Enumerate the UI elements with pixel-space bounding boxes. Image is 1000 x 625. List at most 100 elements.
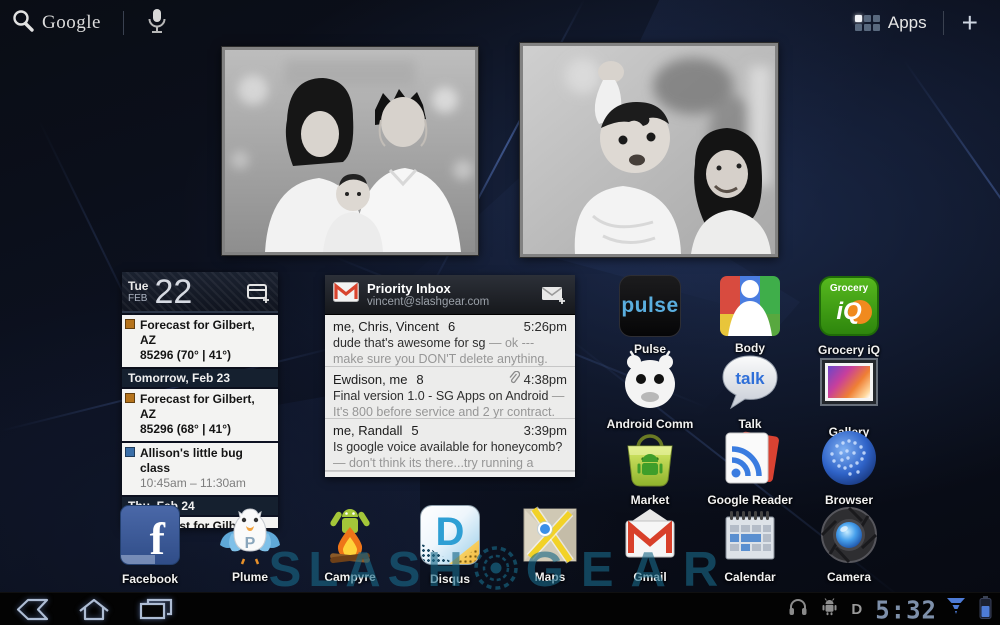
email-row[interactable]: me, Randall 5 3:39pm Is google voice ava…	[325, 419, 575, 471]
email-senders: Ewdison, me	[333, 372, 407, 387]
inbox-widget-title: Priority Inbox	[367, 281, 489, 296]
email-senders: me, Chris, Vincent	[333, 319, 439, 334]
google-reader-icon	[718, 426, 782, 490]
inbox-account-email: vincent@slashgear.com	[367, 296, 489, 309]
app-label: Calendar	[700, 570, 800, 584]
event-marker	[125, 447, 135, 457]
email-count: 6	[448, 319, 455, 334]
calendar-app-icon	[718, 503, 782, 567]
calendar-event-row[interactable]: Allison's little bug class 10:45am – 11:…	[122, 443, 278, 495]
app-gmail[interactable]: Gmail	[600, 503, 700, 584]
calendar-weather-widget[interactable]: Tue FEB 22 Forecast for Gilbert, AZ 8529…	[122, 272, 278, 528]
event-detail: 85296 (68° | 41°)	[140, 422, 272, 437]
plus-icon: +	[962, 7, 978, 38]
svg-text:P: P	[245, 535, 256, 552]
email-subject: Final version 1.0 - SG Apps on Android	[333, 389, 548, 403]
app-browser[interactable]: Browser	[799, 426, 899, 507]
market-icon	[618, 426, 682, 490]
app-grocery-iq[interactable]: Grocery iQ Grocery iQ	[799, 274, 899, 357]
body-icon	[718, 274, 782, 338]
app-camera[interactable]: Camera	[799, 503, 899, 584]
browser-globe-icon	[817, 426, 881, 490]
facebook-icon: f	[120, 505, 180, 565]
email-subject: Is google voice available for honeycomb?	[333, 440, 562, 454]
home-screen: Google Apps +	[0, 0, 1000, 625]
home-icon	[76, 608, 112, 625]
app-campyre[interactable]: Campyre	[300, 503, 400, 584]
compose-email-icon[interactable]	[541, 285, 567, 311]
event-marker	[125, 393, 135, 403]
app-talk[interactable]: talk Talk	[700, 350, 800, 431]
app-body[interactable]: Body	[700, 274, 800, 355]
app-label: Facebook	[100, 572, 200, 586]
event-marker	[125, 319, 135, 329]
plume-bird-icon: P	[218, 503, 282, 567]
app-pulse[interactable]: pulse Pulse	[600, 274, 700, 356]
battery-status-icon	[979, 596, 992, 624]
app-facebook[interactable]: f Facebook	[100, 503, 200, 586]
email-count: 8	[416, 372, 423, 387]
email-senders: me, Randall	[333, 423, 402, 438]
app-market[interactable]: Market	[600, 426, 700, 507]
app-label: Disqus	[400, 572, 500, 586]
event-detail: 85296 (70° | 41°)	[140, 348, 272, 363]
app-calendar[interactable]: Calendar	[700, 503, 800, 584]
android-debug-status-icon	[821, 598, 838, 621]
apps-button-label: Apps	[888, 13, 927, 33]
recent-apps-icon	[138, 608, 174, 625]
email-time: 3:39pm	[524, 423, 567, 438]
gallery-icon	[820, 358, 878, 406]
home-button[interactable]	[76, 598, 112, 625]
attachment-paperclip-icon	[508, 371, 520, 387]
apps-button[interactable]: Apps	[847, 9, 935, 37]
app-label: Plume	[200, 570, 300, 584]
inbox-widget-header[interactable]: Priority Inbox vincent@slashgear.com	[325, 275, 575, 315]
calendar-widget-header[interactable]: Tue FEB 22	[122, 272, 278, 313]
app-maps[interactable]: Maps	[500, 503, 600, 584]
gmail-icon	[333, 282, 359, 307]
system-bar: D 5:32	[0, 592, 1000, 625]
app-android-community[interactable]: Android Comm	[600, 350, 700, 431]
app-plume[interactable]: P Plume	[200, 503, 300, 584]
topbar-divider	[943, 11, 944, 35]
new-event-icon[interactable]	[246, 282, 272, 309]
gmail-envelope-icon	[618, 503, 682, 567]
calendar-month: FEB	[128, 293, 148, 304]
calendar-event-row[interactable]: Forecast for Gilbert, AZ 85296 (70° | 41…	[122, 315, 278, 367]
calendar-day-name: Tue	[128, 280, 148, 293]
email-subject: dude that's awesome for sg	[333, 336, 485, 350]
back-button[interactable]	[14, 598, 50, 625]
email-row-partial	[325, 471, 575, 477]
add-widget-button[interactable]: +	[952, 9, 988, 37]
baby-photo-image	[523, 46, 775, 254]
app-label: Camera	[799, 570, 899, 584]
app-disqus[interactable]: D Disqus	[400, 503, 500, 586]
app-label: Campyre	[300, 570, 400, 584]
recent-apps-button[interactable]	[138, 598, 174, 625]
search-icon	[10, 8, 36, 39]
status-clock[interactable]: 5:32	[875, 595, 937, 624]
photo-frame-widget-baby[interactable]	[520, 43, 778, 257]
signal-strength-icon	[946, 597, 966, 622]
email-count: 5	[411, 423, 418, 438]
calendar-day-number: 22	[154, 275, 192, 309]
android-head-icon	[618, 350, 682, 414]
event-title: Allison's little bug class	[140, 446, 272, 476]
google-logo-text: Google	[36, 12, 107, 34]
email-preview: — don't think its there...try running a …	[333, 456, 533, 471]
app-google-reader[interactable]: Google Reader	[700, 426, 800, 507]
email-row[interactable]: me, Chris, Vincent 6 5:26pm dude that's …	[325, 315, 575, 367]
calendar-event-row[interactable]: Forecast for Gilbert, AZ 85296 (68° | 41…	[122, 389, 278, 441]
microphone-icon	[146, 22, 168, 39]
talk-icon: talk	[718, 350, 782, 414]
app-label: Maps	[500, 570, 600, 584]
gmail-priority-inbox-widget[interactable]: Priority Inbox vincent@slashgear.com me,…	[325, 275, 575, 477]
voice-search-button[interactable]	[140, 5, 174, 42]
debug-d-status-icon: D	[851, 601, 862, 618]
calendar-day-divider: Tomorrow, Feb 23	[122, 369, 278, 387]
google-search-button[interactable]: Google	[10, 8, 107, 39]
maps-icon	[518, 503, 582, 567]
event-time: 10:45am – 11:30am	[140, 476, 272, 491]
photo-frame-widget-family[interactable]	[222, 47, 478, 255]
email-row[interactable]: Ewdison, me 8 4:38pm Final version 1.0 -…	[325, 367, 575, 419]
